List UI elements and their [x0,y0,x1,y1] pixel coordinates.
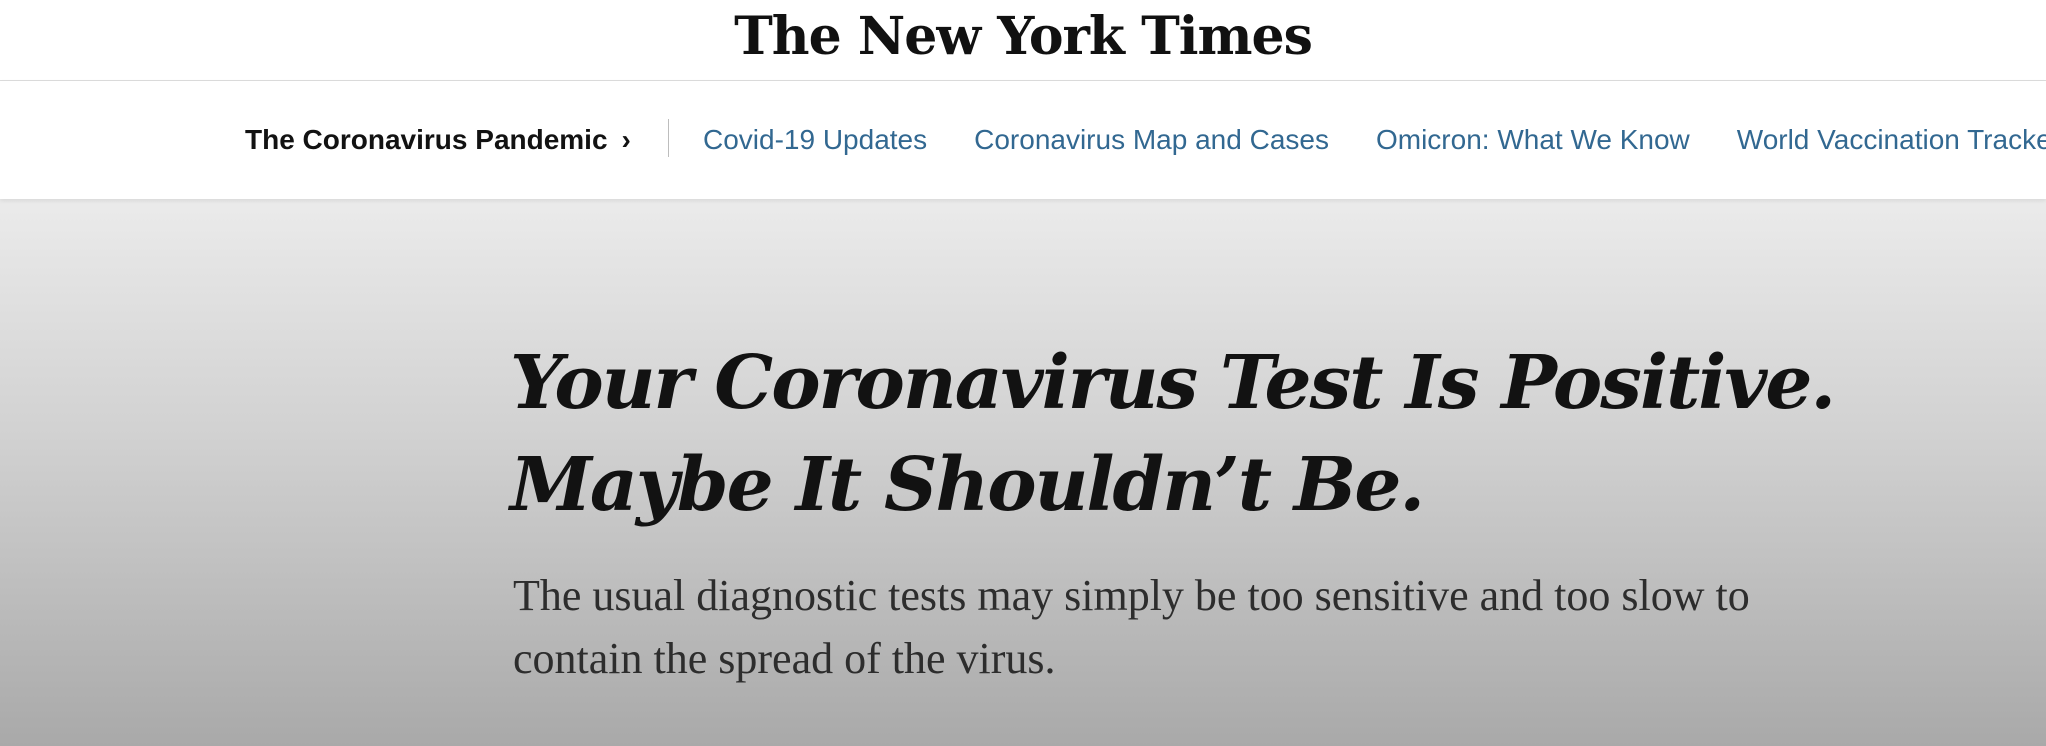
nav-divider [668,119,669,157]
article-summary: The usual diagnostic tests may simply be… [513,571,1750,683]
article-headline: Your Coronavirus Test Is Positive. Maybe… [510,340,1836,528]
chevron-right-icon: › [621,124,631,155]
nav-link-covid-updates[interactable]: Covid-19 Updates [703,124,927,156]
section-label: The Coronavirus Pandemic [245,124,608,155]
nav-link-omicron[interactable]: Omicron: What We Know [1376,124,1690,156]
nyt-logo[interactable]: The New York Times [0,6,2046,68]
nav-link-map-and-cases[interactable]: Coronavirus Map and Cases [974,124,1329,156]
article-hero: Your Coronavirus Test Is Positive. Maybe… [0,199,2046,746]
section-subnav: The Coronavirus Pandemic › Covid-19 Upda… [0,81,2046,199]
nav-link-vaccination-tracker[interactable]: World Vaccination Tracker [1737,124,2046,156]
section-link-coronavirus-pandemic[interactable]: The Coronavirus Pandemic › [245,81,631,199]
masthead: The New York Times [0,0,2046,81]
subnav-links: Covid-19 Updates Coronavirus Map and Cas… [703,81,2046,199]
